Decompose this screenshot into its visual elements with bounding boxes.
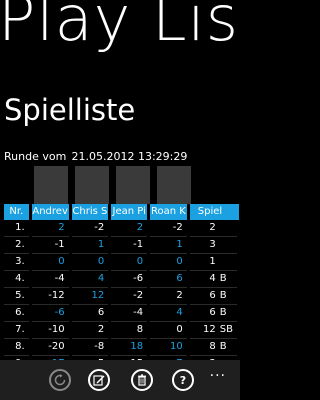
spiel-value: 6	[209, 307, 216, 318]
delete-button[interactable]	[131, 369, 153, 391]
score-andrew: -4	[30, 270, 71, 288]
round-date-row: Runde vom 21.05.2012 13:29:29	[4, 150, 187, 163]
help-icon: ?	[180, 374, 186, 386]
score-andrew: 0	[30, 253, 71, 271]
score-jean: 0	[109, 253, 149, 271]
delete-icon	[138, 374, 146, 386]
score-jean: -2	[109, 287, 149, 305]
row-number: 8.	[4, 338, 31, 356]
spiel-cell: 12 SB	[188, 321, 239, 339]
score-roan: 10	[148, 338, 189, 356]
more-options-button[interactable]: ...	[210, 364, 226, 380]
row-number: 7.	[4, 321, 31, 339]
header-player-roan[interactable]: Roan K	[148, 204, 190, 220]
score-roan: 2	[148, 287, 189, 305]
edit-icon	[93, 375, 105, 386]
score-andrew: -10	[30, 321, 71, 339]
score-jean: 8	[109, 321, 149, 339]
help-button[interactable]: ?	[172, 369, 194, 391]
spiel-type: B	[219, 273, 227, 284]
score-chris: 0	[70, 253, 110, 271]
score-chris: 12	[70, 287, 110, 305]
panorama-title: Play Lis	[0, 0, 240, 55]
score-roan: 0	[148, 253, 189, 271]
svg-text:?: ?	[180, 374, 186, 386]
table-row[interactable]: 5. -12 12 -2 2 6 B	[4, 287, 239, 305]
score-jean: 18	[109, 338, 149, 356]
row-number: 1.	[4, 220, 31, 237]
spiel-cell: 4B	[188, 270, 239, 288]
score-chris: 2	[70, 321, 110, 339]
score-andrew: -12	[30, 287, 71, 305]
row-number: 3.	[4, 253, 31, 271]
spiel-value: 4	[209, 273, 216, 284]
spiel-type: SB	[219, 324, 233, 335]
row-number: 2.	[4, 236, 31, 254]
table-row[interactable]: 7. -10 2 8 0 12 SB	[4, 321, 239, 339]
score-jean: -6	[109, 270, 149, 288]
table-row[interactable]: 1. 2 -2 2 -2 2	[4, 220, 239, 237]
table-header-row: Nr. Andrev Chris S Jean Pi Roan K Spiel	[4, 204, 239, 220]
score-andrew: -20	[30, 338, 71, 356]
spiel-value: 3	[209, 239, 216, 250]
spiel-cell: 6B	[188, 304, 239, 322]
score-jean: -4	[109, 304, 149, 322]
player-header-tile-4[interactable]	[157, 166, 191, 204]
spiel-cell: 6B	[188, 287, 239, 305]
row-number: 5.	[4, 287, 31, 305]
round-label: Runde vom	[4, 150, 67, 163]
table-row[interactable]: 6. -6 6 -4 4 6 B	[4, 304, 239, 322]
header-player-jean[interactable]: Jean Pi	[109, 204, 151, 220]
spiel-value: 8	[209, 341, 216, 352]
page-title: Spielliste	[4, 93, 136, 127]
score-andrew: -1	[30, 236, 71, 254]
spiel-cell: 8B	[188, 338, 239, 356]
header-nr[interactable]: Nr.	[4, 204, 32, 220]
row-number: 6.	[4, 304, 31, 322]
score-roan: 1	[148, 236, 189, 254]
score-jean: -1	[109, 236, 149, 254]
score-roan: 6	[148, 270, 189, 288]
player-header-tile-3[interactable]	[116, 166, 150, 204]
score-chris: -2	[70, 220, 110, 237]
spiel-value: 6	[209, 290, 216, 301]
table-row[interactable]: 3. 0 0 0 0 1	[4, 253, 239, 271]
spiel-type: B	[219, 307, 227, 318]
edit-button[interactable]	[88, 369, 110, 391]
table-row[interactable]: 8. -20 -8 18 10 8 B	[4, 338, 239, 356]
spiel-cell: 1	[188, 253, 239, 271]
round-timestamp: 21.05.2012 13:29:29	[71, 150, 188, 163]
header-player-chris[interactable]: Chris S	[70, 204, 112, 220]
header-player-andrew[interactable]: Andrev	[30, 204, 72, 220]
score-roan: 4	[148, 304, 189, 322]
spiel-cell: 2	[188, 220, 239, 237]
score-roan: 0	[148, 321, 189, 339]
application-bar: ? ...	[0, 360, 240, 400]
score-chris: -8	[70, 338, 110, 356]
score-chris: 1	[70, 236, 110, 254]
player-header-tile-1[interactable]	[34, 166, 68, 204]
row-number: 4.	[4, 270, 31, 288]
refresh-icon	[54, 374, 66, 386]
score-roan: -2	[148, 220, 189, 237]
score-chris: 6	[70, 304, 110, 322]
spiel-cell: 3	[188, 236, 239, 254]
header-spiel[interactable]: Spiel	[188, 204, 239, 220]
score-andrew: 2	[30, 220, 71, 237]
spiel-value: 2	[209, 222, 216, 233]
spiel-type: B	[219, 341, 227, 352]
table-row[interactable]: 4. -4 4 -6 6 4 B	[4, 270, 239, 288]
spiel-value: 1	[209, 256, 216, 267]
player-header-tile-2[interactable]	[75, 166, 109, 204]
spiel-type: B	[219, 290, 227, 301]
score-jean: 2	[109, 220, 149, 237]
score-andrew: -6	[30, 304, 71, 322]
spiel-value: 12	[203, 324, 216, 335]
table-row[interactable]: 2. -1 1 -1 1 3	[4, 236, 239, 254]
refresh-button[interactable]	[49, 369, 71, 391]
score-chris: 4	[70, 270, 110, 288]
